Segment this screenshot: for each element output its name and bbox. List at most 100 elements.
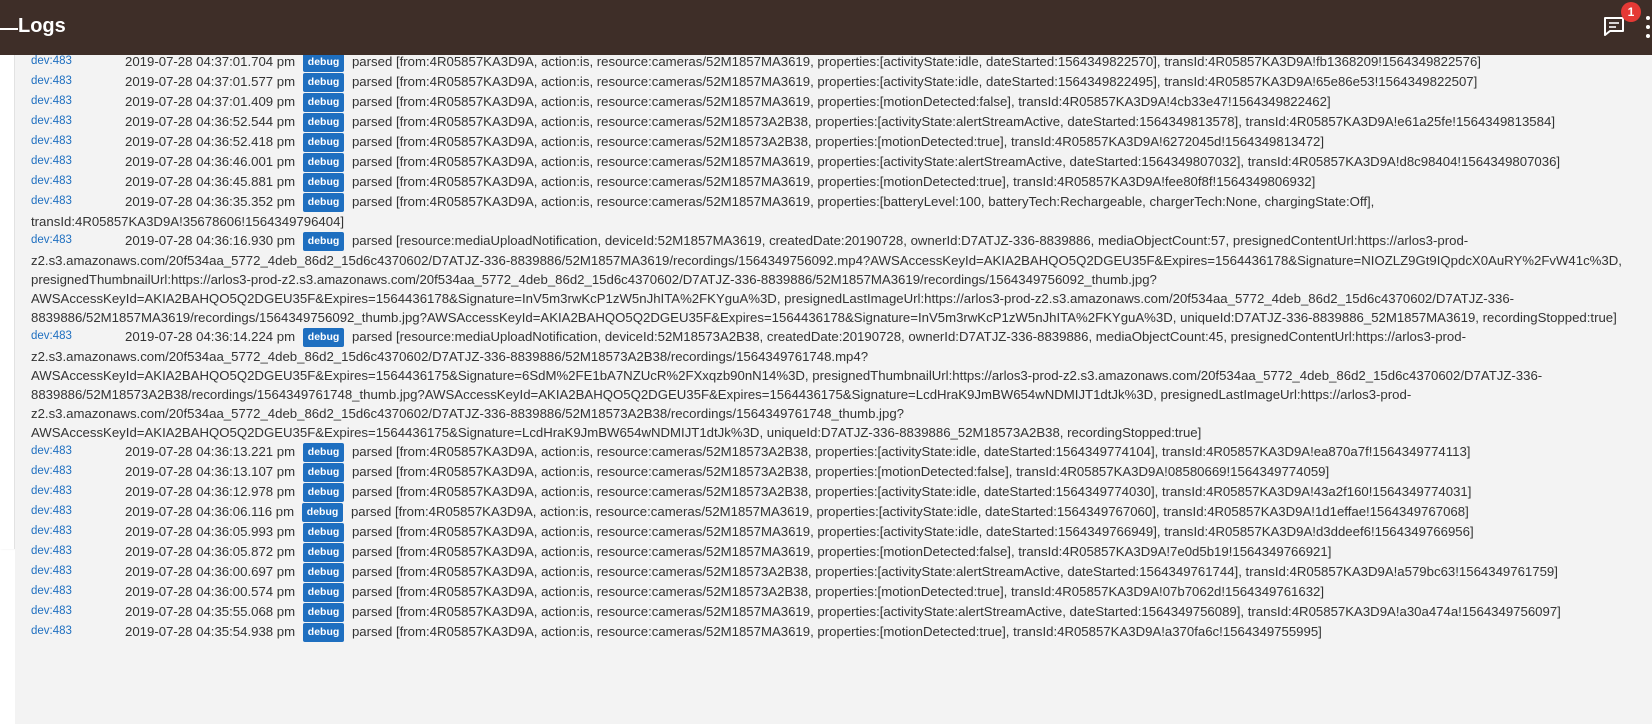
log-source-link[interactable]: dev:483 — [31, 92, 72, 111]
log-timestamp: 2019-07-28 04:36:13.221 pm — [125, 444, 296, 460]
log-entry: dev:483 2019-07-28 04:36:16.930 pm debug… — [31, 231, 1631, 327]
log-level-badge: debug — [302, 523, 345, 543]
log-list: dev:483 2019-07-28 04:37:01.704 pm debug… — [31, 55, 1631, 643]
log-timestamp: 2019-07-28 04:36:52.418 pm — [125, 134, 296, 150]
log-source-link[interactable]: dev:483 — [31, 502, 72, 521]
log-timestamp: 2019-07-28 04:35:55.068 pm — [125, 604, 296, 620]
log-source-link[interactable]: dev:483 — [31, 132, 72, 151]
log-entry: dev:483 2019-07-28 04:36:05.872 pm debug… — [31, 542, 1631, 563]
log-message: parsed [from:4R05857KA3D9A, action:is, r… — [351, 564, 1558, 580]
notification-count-badge[interactable]: 1 — [1621, 2, 1641, 22]
log-source-link[interactable]: dev:483 — [31, 562, 72, 581]
log-message: parsed [from:4R05857KA3D9A, action:is, r… — [351, 74, 1478, 90]
log-timestamp: 2019-07-28 04:36:35.352 pm — [125, 194, 296, 210]
log-level-badge: debug — [302, 153, 345, 173]
log-entry: dev:483 2019-07-28 04:36:35.352 pm debug… — [31, 192, 1631, 231]
log-level-badge: debug — [302, 603, 345, 623]
log-level-badge: debug — [302, 93, 345, 113]
log-timestamp: 2019-07-28 04:36:05.993 pm — [125, 524, 296, 540]
log-source-link[interactable]: dev:483 — [31, 582, 72, 601]
log-source-link[interactable]: dev:483 — [31, 231, 72, 250]
log-timestamp: 2019-07-28 04:36:00.574 pm — [125, 584, 296, 600]
log-level-badge: debug — [302, 543, 345, 563]
log-timestamp: 2019-07-28 04:36:05.872 pm — [125, 544, 296, 560]
log-entry: dev:483 2019-07-28 04:36:12.978 pm debug… — [31, 482, 1631, 503]
log-source-link[interactable]: dev:483 — [31, 462, 72, 481]
log-message: parsed [from:4R05857KA3D9A, action:is, r… — [351, 174, 1316, 190]
log-timestamp: 2019-07-28 04:37:01.577 pm — [125, 74, 296, 90]
log-message: parsed [from:4R05857KA3D9A, action:is, r… — [351, 464, 1330, 480]
log-source-link[interactable]: dev:483 — [31, 602, 72, 621]
log-source-link[interactable]: dev:483 — [31, 442, 72, 461]
log-timestamp: 2019-07-28 04:36:14.224 pm — [125, 329, 296, 345]
log-source-link[interactable]: dev:483 — [31, 327, 72, 346]
log-message: parsed [from:4R05857KA3D9A, action:is, r… — [351, 154, 1561, 170]
log-entry: dev:483 2019-07-28 04:35:55.068 pm debug… — [31, 602, 1631, 623]
more-options-icon[interactable] — [1644, 16, 1652, 38]
log-level-badge: debug — [302, 563, 345, 583]
log-timestamp: 2019-07-28 04:36:52.544 pm — [125, 114, 296, 130]
log-message: parsed [from:4R05857KA3D9A, action:is, r… — [351, 94, 1331, 110]
log-source-link[interactable]: dev:483 — [31, 482, 72, 501]
log-entry: dev:483 2019-07-28 04:36:13.221 pm debug… — [31, 442, 1631, 463]
log-message: parsed [from:4R05857KA3D9A, action:is, r… — [351, 604, 1561, 620]
log-level-badge: debug — [302, 173, 345, 193]
top-app-bar: Logs 1 — [0, 0, 1652, 55]
log-message: parsed [from:4R05857KA3D9A, action:is, r… — [351, 134, 1325, 150]
log-message: parsed [from:4R05857KA3D9A, action:is, r… — [351, 484, 1472, 500]
log-message: parsed [from:4R05857KA3D9A, action:is, r… — [351, 444, 1471, 460]
log-entry: dev:483 2019-07-28 04:37:01.409 pm debug… — [31, 92, 1631, 113]
log-level-badge: debug — [302, 73, 345, 93]
log-level-badge: debug — [302, 463, 345, 483]
log-timestamp: 2019-07-28 04:36:06.116 pm — [125, 504, 295, 520]
log-entry: dev:483 2019-07-28 04:37:01.577 pm debug… — [31, 72, 1631, 93]
log-message: parsed [from:4R05857KA3D9A, action:is, r… — [351, 584, 1325, 600]
log-entry: dev:483 2019-07-28 04:36:00.697 pm debug… — [31, 562, 1631, 583]
log-level-badge: debug — [302, 443, 345, 463]
log-entry: dev:483 2019-07-28 04:36:45.881 pm debug… — [31, 172, 1631, 193]
log-message: parsed [from:4R05857KA3D9A, action:is, r… — [350, 504, 1469, 520]
log-level-badge: debug — [302, 133, 345, 153]
log-timestamp: 2019-07-28 04:36:46.001 pm — [125, 154, 296, 170]
log-entry: dev:483 2019-07-28 04:36:52.544 pm debug… — [31, 112, 1631, 133]
log-entry: dev:483 2019-07-28 04:36:52.418 pm debug… — [31, 132, 1631, 153]
log-message: parsed [from:4R05857KA3D9A, action:is, r… — [351, 55, 1481, 69]
log-level-badge: debug — [302, 232, 345, 252]
page-title: Logs — [18, 15, 66, 37]
log-entry: dev:483 2019-07-28 04:36:00.574 pm debug… — [31, 582, 1631, 603]
log-source-link[interactable]: dev:483 — [31, 72, 72, 91]
log-timestamp: 2019-07-28 04:37:01.409 pm — [125, 94, 296, 110]
log-timestamp: 2019-07-28 04:36:12.978 pm — [125, 484, 296, 500]
log-message: parsed [resource:mediaUploadNotification… — [31, 329, 1543, 441]
side-drawer-edge — [0, 55, 15, 549]
menu-icon[interactable] — [0, 28, 18, 30]
log-viewer[interactable]: dev:483 2019-07-28 04:37:01.704 pm debug… — [15, 55, 1652, 724]
log-timestamp: 2019-07-28 04:36:45.881 pm — [125, 174, 296, 190]
log-entry: dev:483 2019-07-28 04:36:05.993 pm debug… — [31, 522, 1631, 543]
log-timestamp: 2019-07-28 04:35:54.938 pm — [125, 624, 296, 640]
log-entry: dev:483 2019-07-28 04:36:46.001 pm debug… — [31, 152, 1631, 173]
log-timestamp: 2019-07-28 04:36:00.697 pm — [125, 564, 296, 580]
log-level-badge: debug — [302, 583, 345, 603]
log-message: parsed [from:4R05857KA3D9A, action:is, r… — [351, 524, 1474, 540]
log-timestamp: 2019-07-28 04:36:16.930 pm — [125, 233, 296, 249]
log-source-link[interactable]: dev:483 — [31, 622, 72, 641]
log-source-link[interactable]: dev:483 — [31, 192, 72, 211]
log-source-link[interactable]: dev:483 — [31, 152, 72, 171]
log-timestamp: 2019-07-28 04:37:01.704 pm — [125, 55, 296, 69]
log-source-link[interactable]: dev:483 — [31, 112, 72, 131]
log-source-link[interactable]: dev:483 — [31, 542, 72, 561]
log-source-link[interactable]: dev:483 — [31, 522, 72, 541]
log-entry: dev:483 2019-07-28 04:35:54.938 pm debug… — [31, 622, 1631, 643]
log-message: parsed [from:4R05857KA3D9A, action:is, r… — [351, 114, 1555, 130]
log-level-badge: debug — [302, 55, 345, 73]
log-source-link[interactable]: dev:483 — [31, 172, 72, 191]
log-source-link[interactable]: dev:483 — [31, 55, 72, 71]
log-entry: dev:483 2019-07-28 04:36:06.116 pm debug… — [31, 502, 1631, 523]
log-level-badge: debug — [302, 193, 345, 213]
log-message: parsed [from:4R05857KA3D9A, action:is, r… — [351, 624, 1322, 640]
log-entry: dev:483 2019-07-28 04:36:14.224 pm debug… — [31, 327, 1631, 442]
log-entry: dev:483 2019-07-28 04:36:13.107 pm debug… — [31, 462, 1631, 483]
log-level-badge: debug — [301, 503, 344, 523]
log-timestamp: 2019-07-28 04:36:13.107 pm — [125, 464, 296, 480]
